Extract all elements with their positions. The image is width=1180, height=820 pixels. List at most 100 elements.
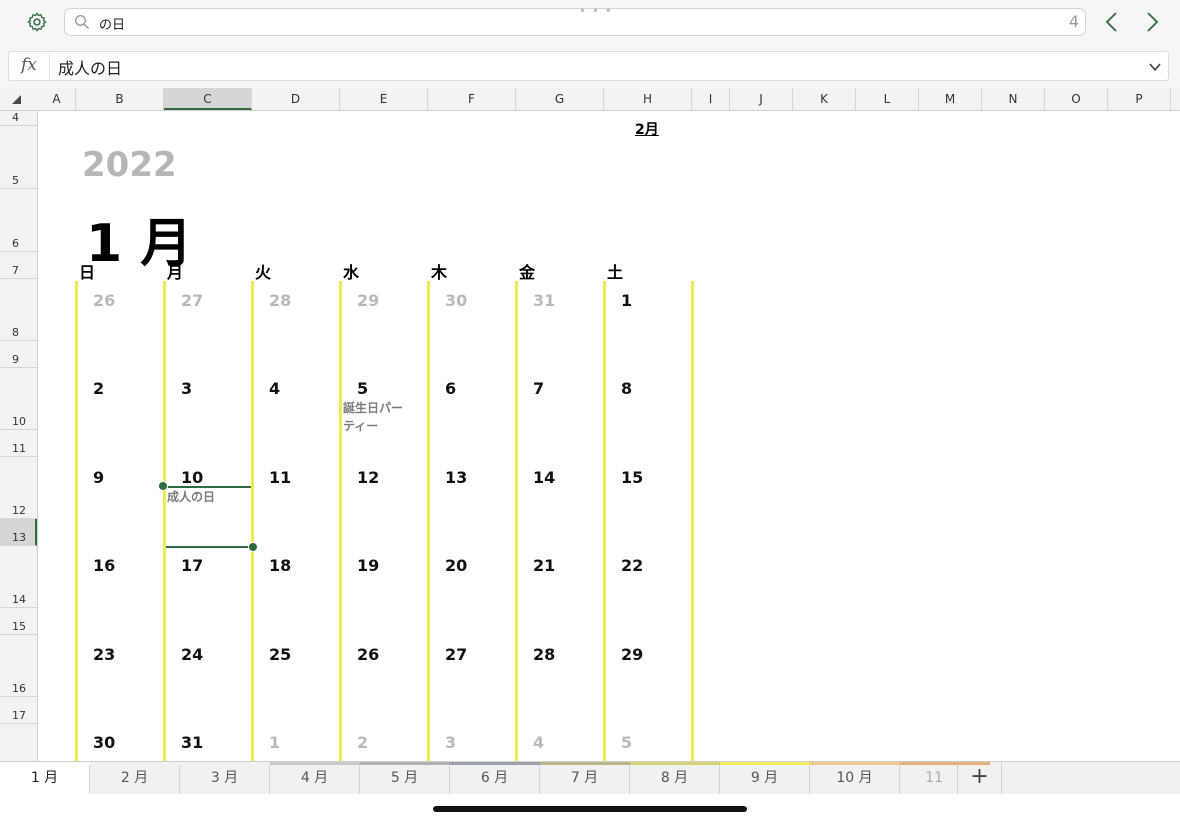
column-header-j[interactable]: J <box>730 88 793 110</box>
chevron-down-icon[interactable] <box>1148 60 1162 74</box>
calendar-day[interactable]: 12 <box>357 468 379 487</box>
calendar-day[interactable]: 31 <box>181 733 203 752</box>
calendar-day[interactable]: 18 <box>269 556 291 575</box>
function-icon[interactable]: fx <box>21 55 37 75</box>
next-month-link[interactable]: 2月 <box>635 119 659 139</box>
row-header-17[interactable]: 17 <box>0 697 37 724</box>
calendar-day[interactable]: 26 <box>93 291 115 310</box>
calendar-day[interactable]: 21 <box>533 556 555 575</box>
sheet-tab[interactable]: 4 月 <box>270 762 360 794</box>
row-header-14[interactable]: 14 <box>0 546 37 608</box>
calendar-day[interactable]: 22 <box>621 556 643 575</box>
sheet-tab[interactable]: 5 月 <box>360 762 450 794</box>
row-header-4[interactable]: 4 <box>0 111 37 126</box>
column-header-g[interactable]: G <box>516 88 604 110</box>
row-header-10[interactable]: 10 <box>0 368 37 430</box>
calendar-day[interactable]: 10 <box>181 468 203 487</box>
calendar-day[interactable]: 20 <box>445 556 467 575</box>
column-header-h[interactable]: H <box>604 88 692 110</box>
selection-handle[interactable] <box>248 542 258 552</box>
calendar-day[interactable]: 11 <box>269 468 291 487</box>
row-header-11[interactable]: 11 <box>0 430 37 457</box>
calendar-day[interactable]: 31 <box>533 291 555 310</box>
selection-handle[interactable] <box>158 481 168 491</box>
calendar-day[interactable]: 19 <box>357 556 379 575</box>
sheet-tab[interactable]: 11 <box>900 762 990 794</box>
calendar-day[interactable]: 30 <box>445 291 467 310</box>
calendar-day[interactable]: 2 <box>93 379 104 398</box>
sheet-tab[interactable]: 7 月 <box>540 762 630 794</box>
search-input[interactable]: • • • の日 4 <box>64 4 1086 36</box>
row-header-12[interactable]: 12 <box>0 457 37 519</box>
column-header-n[interactable]: N <box>982 88 1045 110</box>
column-header-f[interactable]: F <box>428 88 516 110</box>
calendar-day[interactable]: 4 <box>533 733 544 752</box>
column-header-k[interactable]: K <box>793 88 856 110</box>
row-header-8[interactable]: 8 <box>0 279 37 341</box>
select-all-icon[interactable] <box>12 95 21 104</box>
column-header-a[interactable]: A <box>38 88 76 110</box>
calendar-day[interactable]: 7 <box>533 379 544 398</box>
column-header-o[interactable]: O <box>1045 88 1108 110</box>
calendar-day[interactable]: 6 <box>445 379 456 398</box>
row-header-6[interactable]: 6 <box>0 189 37 252</box>
row-header-18[interactable]: 18 <box>0 724 37 761</box>
calendar-day[interactable]: 15 <box>621 468 643 487</box>
calendar-day[interactable]: 27 <box>181 291 203 310</box>
gear-icon[interactable] <box>26 11 48 33</box>
calendar-day[interactable]: 3 <box>181 379 192 398</box>
sheet-tab[interactable]: 1 月 <box>0 762 90 794</box>
worksheet-grid[interactable]: 2月 2022 1 月 日月火水木金土 26 27 28 29 30 31 1 2 3 4 5 6 7 8 9… <box>38 111 1180 761</box>
column-header-d[interactable]: D <box>252 88 340 110</box>
calendar-day[interactable]: 8 <box>621 379 632 398</box>
formula-input[interactable]: fx 成人の日 <box>8 51 1169 81</box>
calendar-day[interactable]: 16 <box>93 556 115 575</box>
calendar-day[interactable]: 14 <box>533 468 555 487</box>
calendar-day[interactable]: 4 <box>269 379 280 398</box>
calendar-day[interactable]: 17 <box>181 556 203 575</box>
calendar-day[interactable]: 25 <box>269 645 291 664</box>
calendar-day[interactable]: 26 <box>357 645 379 664</box>
row-header-13[interactable]: 13 <box>0 519 37 546</box>
sheet-tab[interactable]: 6 月 <box>450 762 540 794</box>
row-header-16[interactable]: 16 <box>0 635 37 697</box>
calendar-day[interactable]: 28 <box>269 291 291 310</box>
sheet-tab[interactable]: 8 月 <box>630 762 720 794</box>
calendar-day[interactable]: 29 <box>357 291 379 310</box>
column-header-i[interactable]: I <box>692 88 730 110</box>
calendar-day[interactable]: 5 <box>357 379 368 398</box>
calendar-day[interactable]: 1 <box>621 291 632 310</box>
row-header-5[interactable]: 5 <box>0 126 37 189</box>
calendar-day[interactable]: 29 <box>621 645 643 664</box>
column-header-b[interactable]: B <box>76 88 164 110</box>
add-sheet-button[interactable]: + <box>958 762 1002 794</box>
calendar-day[interactable]: 3 <box>445 733 456 752</box>
calendar-day[interactable]: 27 <box>445 645 467 664</box>
column-header-p[interactable]: P <box>1108 88 1171 110</box>
column-header-e[interactable]: E <box>340 88 428 110</box>
sheet-tab[interactable]: 9 月 <box>720 762 810 794</box>
calendar-day[interactable]: 24 <box>181 645 203 664</box>
column-header-c[interactable]: C <box>164 88 252 110</box>
row-header-7[interactable]: 7 <box>0 252 37 279</box>
drag-handle[interactable]: • • • <box>579 4 613 18</box>
calendar-day[interactable]: 2 <box>357 733 368 752</box>
home-indicator[interactable] <box>433 806 747 812</box>
chevron-right-icon[interactable] <box>1140 10 1164 34</box>
event-coming-of-age-day[interactable]: 成人の日 <box>167 488 215 506</box>
calendar-day[interactable]: 28 <box>533 645 555 664</box>
sheet-tab[interactable]: 10 月 <box>810 762 900 794</box>
row-header-15[interactable]: 15 <box>0 608 37 635</box>
calendar-day[interactable]: 13 <box>445 468 467 487</box>
calendar-day[interactable]: 9 <box>93 468 104 487</box>
calendar-day[interactable]: 5 <box>621 733 632 752</box>
chevron-left-icon[interactable] <box>1100 10 1124 34</box>
sheet-tab[interactable]: 2 月 <box>90 762 180 794</box>
row-header-9[interactable]: 9 <box>0 341 37 368</box>
calendar-day[interactable]: 30 <box>93 733 115 752</box>
calendar-day[interactable]: 1 <box>269 733 280 752</box>
event-birthday-party[interactable]: 誕生日パー ティー <box>343 399 403 435</box>
sheet-tab[interactable]: 3 月 <box>180 762 270 794</box>
calendar-day[interactable]: 23 <box>93 645 115 664</box>
column-header-l[interactable]: L <box>856 88 919 110</box>
